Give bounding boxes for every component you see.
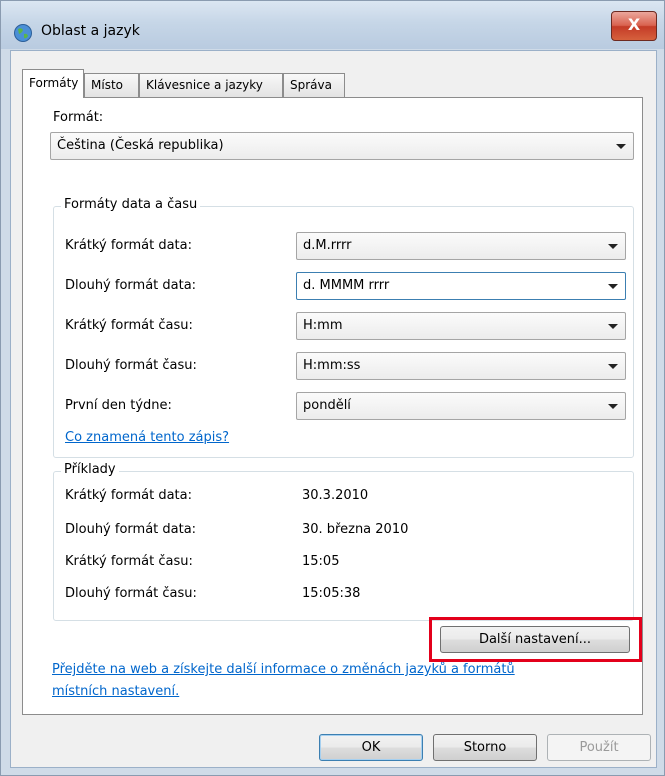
short-date-label: Krátký formát data: [65, 238, 192, 253]
chevron-down-icon [608, 364, 618, 369]
ok-button[interactable]: OK [319, 734, 423, 761]
example-short-time-value: 15:05 [302, 554, 340, 569]
long-time-label: Dlouhý formát času: [65, 358, 197, 373]
tab-administrative[interactable]: Správa [283, 73, 345, 97]
example-short-date-label: Krátký formát data: [65, 488, 192, 503]
globe-icon [14, 24, 32, 42]
short-time-value: H:mm [303, 318, 343, 333]
apply-button: Použít [547, 734, 651, 761]
window-title: Oblast a jazyk [41, 23, 140, 39]
example-long-time-value: 15:05:38 [302, 586, 361, 601]
short-time-dropdown[interactable]: H:mm [296, 312, 626, 340]
long-date-value: d. MMMM rrrr [303, 278, 390, 293]
tab-formats[interactable]: Formáty [22, 69, 84, 98]
example-long-time-label: Dlouhý formát času: [65, 586, 197, 601]
web-info-link-line2[interactable]: místních nastavení. [52, 684, 179, 699]
cancel-button[interactable]: Storno [433, 734, 537, 761]
datetime-group-title: Formáty data a času [61, 197, 201, 212]
close-button[interactable]: X [611, 11, 657, 41]
example-short-time-label: Krátký formát času: [65, 554, 193, 569]
format-value: Čeština (Česká republika) [57, 138, 224, 153]
tab-keyboards-languages[interactable]: Klávesnice a jazyky [139, 73, 283, 97]
example-long-date-label: Dlouhý formát data: [65, 522, 197, 537]
short-date-dropdown[interactable]: d.M.rrrr [296, 232, 626, 260]
notation-help-link[interactable]: Co znamená tento zápis? [65, 430, 229, 445]
close-icon: X [627, 15, 641, 34]
web-info-link-line1[interactable]: Přejděte na web a získejte další informa… [52, 662, 515, 677]
format-dropdown[interactable]: Čeština (Česká republika) [50, 132, 634, 160]
chevron-down-icon [608, 324, 618, 329]
long-date-dropdown[interactable]: d. MMMM rrrr [296, 272, 626, 300]
format-label: Formát: [53, 110, 104, 125]
short-time-label: Krátký formát času: [65, 318, 193, 333]
chevron-down-icon [608, 284, 618, 289]
dialog-window: Oblast a jazyk X Formáty Místo Klávesnic… [0, 0, 665, 776]
tab-label: Klávesnice a jazyky [146, 78, 263, 92]
first-day-value: pondělí [303, 398, 351, 413]
first-day-label: První den týdne: [65, 398, 172, 413]
tab-label: Místo [91, 78, 123, 92]
chevron-down-icon [608, 404, 618, 409]
highlight-box [429, 617, 642, 662]
title-bar[interactable]: Oblast a jazyk X [1, 1, 664, 49]
first-day-dropdown[interactable]: pondělí [296, 392, 626, 420]
long-date-label: Dlouhý formát data: [65, 278, 197, 293]
chevron-down-icon [616, 144, 626, 149]
tab-label: Správa [290, 78, 332, 92]
long-time-dropdown[interactable]: H:mm:ss [296, 352, 626, 380]
chevron-down-icon [608, 244, 618, 249]
short-date-value: d.M.rrrr [303, 238, 352, 253]
tab-label: Formáty [29, 76, 79, 90]
long-time-value: H:mm:ss [303, 358, 361, 373]
example-long-date-value: 30. března 2010 [302, 522, 409, 537]
example-short-date-value: 30.3.2010 [302, 488, 369, 503]
tab-location[interactable]: Místo [84, 73, 139, 97]
examples-group-title: Příklady [61, 462, 119, 477]
